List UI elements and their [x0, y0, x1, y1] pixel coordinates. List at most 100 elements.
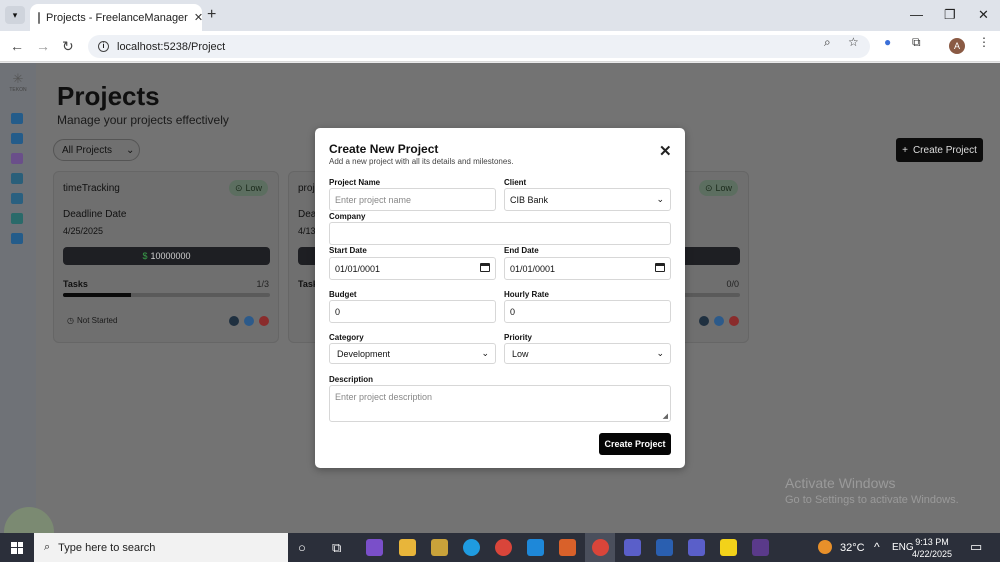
edit-icon[interactable] [714, 316, 724, 326]
terminal-icon[interactable] [752, 539, 769, 556]
close-window-button[interactable]: ✕ [978, 7, 989, 23]
notifications-icon[interactable]: ▭ [970, 539, 982, 555]
hourly-rate-input[interactable]: 0 [504, 300, 671, 323]
word-icon[interactable] [656, 539, 673, 556]
chevron-down-icon: ⌄ [481, 348, 489, 358]
priority-label: Priority [504, 333, 533, 342]
company-input[interactable] [329, 222, 671, 245]
temperature-text: 32°C [840, 542, 865, 554]
vscode-icon[interactable] [527, 539, 544, 556]
teams-icon[interactable] [624, 539, 641, 556]
home-icon[interactable] [11, 113, 23, 124]
close-icon[interactable]: ✕ [659, 142, 672, 160]
list-icon[interactable] [11, 133, 23, 144]
profile-avatar[interactable]: A [949, 38, 965, 54]
cortana-icon[interactable]: ○ [298, 540, 306, 555]
resize-handle-icon[interactable]: ◢ [663, 412, 668, 420]
view-icon[interactable] [229, 316, 239, 326]
bank-icon[interactable] [11, 173, 23, 184]
end-date-input[interactable]: 01/01/0001 [504, 257, 671, 280]
forward-icon[interactable]: → [36, 38, 50, 54]
project-filter-select[interactable]: All Projects ⌄ [53, 139, 140, 161]
browser-menu-icon[interactable]: ⋮ [978, 35, 990, 49]
end-date-label: End Date [504, 246, 539, 255]
deadline-label: Deadline Date [63, 209, 127, 220]
file-explorer-icon[interactable] [399, 539, 416, 556]
client-label: Client [504, 178, 527, 187]
browser-tab[interactable]: Projects - FreelanceManager ✕ [30, 4, 203, 31]
search-icon: ⌕ [44, 541, 51, 553]
create-project-button[interactable]: + Create Project [896, 138, 983, 162]
hourly-rate-label: Hourly Rate [504, 290, 549, 299]
taskbar-search[interactable]: ⌕ Type here to search [34, 533, 288, 562]
calendar-icon[interactable] [480, 263, 490, 272]
delete-icon[interactable] [729, 316, 739, 326]
tab-search-button[interactable]: ▾ [5, 6, 25, 24]
clock[interactable]: 9:13 PM 4/22/2025 [912, 536, 952, 560]
delete-icon[interactable] [259, 316, 269, 326]
extension-icon[interactable]: ● [884, 35, 891, 49]
company-label: Company [329, 212, 366, 221]
edit-icon[interactable] [244, 316, 254, 326]
snipping-tool-icon[interactable] [431, 539, 448, 556]
document-icon[interactable] [11, 213, 23, 224]
start-date-input[interactable]: 01/01/0001 [329, 257, 496, 280]
taskbar: ⌕ Type here to search ○ ⧉ 32°C ^ ENG 9:1… [0, 533, 1000, 562]
project-name-input[interactable]: Enter project name [329, 188, 496, 211]
bookmark-star-icon[interactable]: ☆ [848, 35, 859, 49]
address-bar[interactable]: i localhost:5238/Project [88, 35, 870, 58]
time-text: 9:13 PM [915, 537, 949, 547]
zoom-icon[interactable]: ⌕ [824, 35, 831, 50]
sticky-notes-icon[interactable] [720, 539, 737, 556]
start-button[interactable] [0, 533, 34, 562]
maximize-button[interactable]: ❐ [944, 7, 956, 23]
category-value: Development [337, 348, 391, 359]
edge-icon[interactable] [463, 539, 480, 556]
site-info-icon[interactable]: i [98, 41, 109, 52]
project-card[interactable]: timeTracking ⊙ Low Deadline Date 4/25/20… [53, 171, 279, 343]
extensions-puzzle-icon[interactable]: ⧉ [912, 35, 921, 50]
description-textarea[interactable]: Enter project description ◢ [329, 385, 671, 422]
back-icon[interactable]: ← [10, 38, 24, 54]
budget-input[interactable]: 0 [329, 300, 496, 323]
page-icon [38, 11, 40, 24]
task-view-icon[interactable]: ⧉ [332, 540, 341, 556]
office-apps-icon[interactable] [559, 539, 576, 556]
reload-icon[interactable]: ↻ [62, 38, 74, 55]
close-tab-icon[interactable]: ✕ [194, 11, 203, 24]
tasks-progress-fill [63, 293, 132, 297]
chevron-up-icon[interactable]: ^ [874, 540, 880, 554]
language-indicator[interactable]: ENG [892, 542, 914, 553]
description-label: Description [329, 375, 374, 384]
new-tab-button[interactable]: + [207, 6, 216, 24]
priority-text: Low [715, 183, 732, 193]
view-icon[interactable] [699, 316, 709, 326]
chevron-down-icon: ⌄ [126, 144, 135, 156]
teams-work-icon[interactable] [688, 539, 705, 556]
visual-studio-icon[interactable] [366, 539, 383, 556]
tasks-count: 0/0 [726, 279, 739, 289]
chevron-down-icon: ⌄ [656, 348, 664, 358]
calendar-icon[interactable] [655, 263, 665, 272]
tab-title: Projects - FreelanceManager [46, 11, 188, 24]
status-label: ◷ Not Started [67, 316, 117, 325]
filter-value: All Projects [62, 144, 113, 156]
submit-create-project-button[interactable]: Create Project [599, 433, 671, 455]
client-value: CIB Bank [510, 194, 549, 205]
category-select[interactable]: Development ⌄ [329, 343, 496, 364]
logo-icon: ✳ [12, 71, 24, 86]
page-subtitle: Manage your projects effectively [57, 113, 229, 127]
client-select[interactable]: CIB Bank ⌄ [504, 188, 671, 211]
clients-icon[interactable] [11, 193, 23, 204]
modal-title: Create New Project [329, 142, 439, 156]
priority-select[interactable]: Low ⌄ [504, 343, 671, 364]
chrome-profile-icon[interactable] [495, 539, 512, 556]
chrome-icon[interactable] [592, 539, 609, 556]
timer-icon[interactable] [11, 153, 23, 164]
budget-value: 10000000 [150, 251, 191, 261]
weather-icon[interactable] [818, 540, 832, 554]
logout-icon[interactable] [11, 233, 23, 244]
project-name: timeTracking [63, 183, 120, 194]
watermark-subtitle: Go to Settings to activate Windows. [785, 494, 959, 506]
minimize-button[interactable]: — [910, 7, 923, 22]
